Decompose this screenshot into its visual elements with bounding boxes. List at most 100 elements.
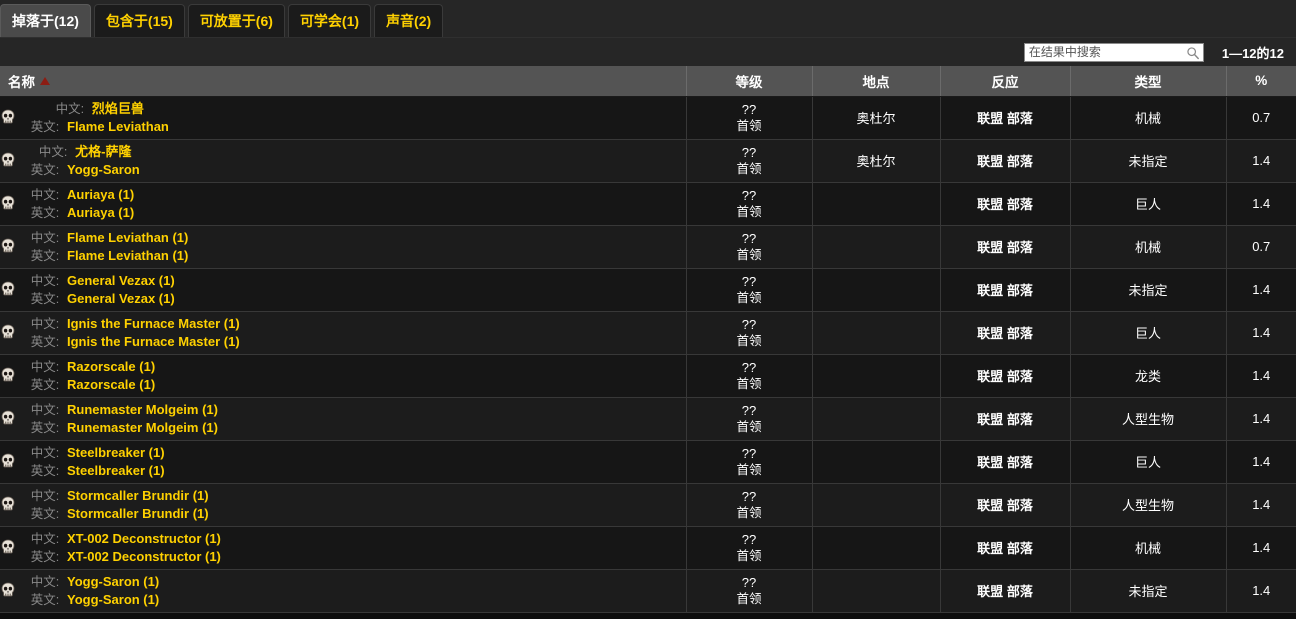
level-value: ?? [741,230,757,246]
npc-link-english[interactable]: XT-002 Deconstructor (1) [67,549,221,564]
npc-link-chinese[interactable]: 尤格-萨隆 [75,144,131,159]
label-chinese: 中文: [30,488,60,503]
reaction-alliance[interactable]: 联盟 [977,412,1003,427]
sort-ascending-icon [40,76,50,85]
npc-link-english[interactable]: Ignis the Furnace Master (1) [67,334,240,349]
npc-link-chinese[interactable]: General Vezax (1) [67,273,175,288]
reaction-horde[interactable]: 部落 [1007,412,1033,427]
npc-link-chinese[interactable]: Stormcaller Brundir (1) [67,488,209,503]
reaction-alliance[interactable]: 联盟 [977,455,1003,470]
level-classification: 首领 [736,333,762,348]
boss-skull-icon [1,539,15,554]
column-header-percent[interactable]: % [1226,66,1296,97]
npc-link-english[interactable]: Flame Leviathan (1) [67,248,188,263]
reaction-horde[interactable]: 部落 [1007,111,1033,126]
cell-type: 巨人 [1070,311,1227,355]
level-classification: 首领 [736,462,762,477]
reaction-horde[interactable]: 部落 [1007,369,1033,384]
reaction-alliance[interactable]: 联盟 [977,541,1003,556]
npc-link-chinese[interactable]: Razorscale (1) [67,359,155,374]
level-classification: 首领 [736,419,762,434]
tab-teaches[interactable]: 可学会(1) [287,4,372,37]
cell-level: ?? 首领 [686,569,813,613]
cell-percent: 1.4 [1226,397,1296,441]
search-icon[interactable] [1186,46,1200,60]
npc-link-english[interactable]: Razorscale (1) [67,377,155,392]
column-header-type[interactable]: 类型 [1070,66,1227,97]
cell-name: 中文: Auriaya (1) 英文: Auriaya (1) [0,182,687,226]
reaction-horde[interactable]: 部落 [1007,541,1033,556]
tab-contained-in[interactable]: 包含于(15) [93,4,185,37]
column-header-level[interactable]: 等级 [686,66,813,97]
reaction-horde[interactable]: 部落 [1007,498,1033,513]
column-header-name[interactable]: 名称 [0,66,687,97]
label-english: 英文: [30,506,60,521]
name-line-chinese: 中文: Ignis the Furnace Master (1) [23,315,240,333]
cell-location [812,569,941,613]
reaction-horde[interactable]: 部落 [1007,154,1033,169]
label-english: 英文: [30,420,60,435]
npc-link-english[interactable]: Yogg-Saron (1) [67,592,159,607]
search-input[interactable] [1024,43,1203,61]
column-header-location[interactable]: 地点 [812,66,941,97]
npc-link-english[interactable]: General Vezax (1) [67,291,175,306]
cell-reaction: 联盟 部落 [940,96,1071,140]
reaction-horde[interactable]: 部落 [1007,283,1033,298]
name-line-english: 英文: Razorscale (1) [23,376,155,394]
cell-reaction: 联盟 部落 [940,182,1071,226]
reaction-alliance[interactable]: 联盟 [977,326,1003,341]
npc-link-english[interactable]: Stormcaller Brundir (1) [67,506,209,521]
column-header-reaction[interactable]: 反应 [940,66,1071,97]
npc-link-english[interactable]: Auriaya (1) [67,205,134,220]
reaction-alliance[interactable]: 联盟 [977,584,1003,599]
npc-link-chinese[interactable]: Auriaya (1) [67,187,134,202]
cell-type: 机械 [1070,96,1227,140]
reaction-horde[interactable]: 部落 [1007,240,1033,255]
reaction-alliance[interactable]: 联盟 [977,369,1003,384]
reaction-horde[interactable]: 部落 [1007,455,1033,470]
level-classification: 首领 [736,548,762,563]
tab-drops-from[interactable]: 掉落于(12) [0,4,91,37]
cell-reaction: 联盟 部落 [940,268,1071,312]
table-row: 中文: XT-002 Deconstructor (1) 英文: XT-002 Dec… [0,526,1296,570]
cell-level: ?? 首领 [686,397,813,441]
npc-link-chinese[interactable]: Runemaster Molgeim (1) [67,402,218,417]
npc-link-english[interactable]: Runemaster Molgeim (1) [67,420,218,435]
reaction-horde[interactable]: 部落 [1007,197,1033,212]
reaction-alliance[interactable]: 联盟 [977,240,1003,255]
reaction-horde[interactable]: 部落 [1007,584,1033,599]
search-box[interactable] [1023,42,1204,62]
npc-link-chinese[interactable]: 烈焰巨兽 [92,101,144,116]
cell-level: ?? 首领 [686,311,813,355]
name-line-chinese: 中文: Yogg-Saron (1) [23,573,159,591]
boss-skull-icon [1,410,15,425]
reaction-alliance[interactable]: 联盟 [977,283,1003,298]
cell-type: 巨人 [1070,440,1227,484]
reaction-alliance[interactable]: 联盟 [977,111,1003,126]
npc-link-english[interactable]: Flame Leviathan [67,119,169,134]
cell-reaction: 联盟 部落 [940,569,1071,613]
npc-link-english[interactable]: Steelbreaker (1) [67,463,165,478]
cell-name: 中文: General Vezax (1) 英文: General Vezax (1) [0,268,687,312]
npc-link-chinese[interactable]: Yogg-Saron (1) [67,574,159,589]
npc-link-english[interactable]: Yogg-Saron [67,162,140,177]
table-header-row: 名称 等级 地点 反应 类型 % [0,66,1296,97]
npc-link-chinese[interactable]: Steelbreaker (1) [67,445,165,460]
npc-link-chinese[interactable]: Flame Leviathan (1) [67,230,188,245]
reaction-alliance[interactable]: 联盟 [977,197,1003,212]
cell-level: ?? 首领 [686,526,813,570]
reaction-alliance[interactable]: 联盟 [977,154,1003,169]
cell-name: 中文: 尤格-萨隆 英文: Yogg-Saron [0,139,687,183]
reaction-horde[interactable]: 部落 [1007,326,1033,341]
cell-reaction: 联盟 部落 [940,483,1071,527]
label-english: 英文: [30,377,60,392]
tab-sounds[interactable]: 声音(2) [374,4,444,37]
cell-percent: 1.4 [1226,268,1296,312]
cell-percent: 1.4 [1226,139,1296,183]
boss-skull-icon [1,281,15,296]
tab-placeable-in[interactable]: 可放置于(6) [187,4,285,37]
npc-link-chinese[interactable]: Ignis the Furnace Master (1) [67,316,240,331]
label-chinese: 中文: [30,273,60,288]
reaction-alliance[interactable]: 联盟 [977,498,1003,513]
npc-link-chinese[interactable]: XT-002 Deconstructor (1) [67,531,221,546]
